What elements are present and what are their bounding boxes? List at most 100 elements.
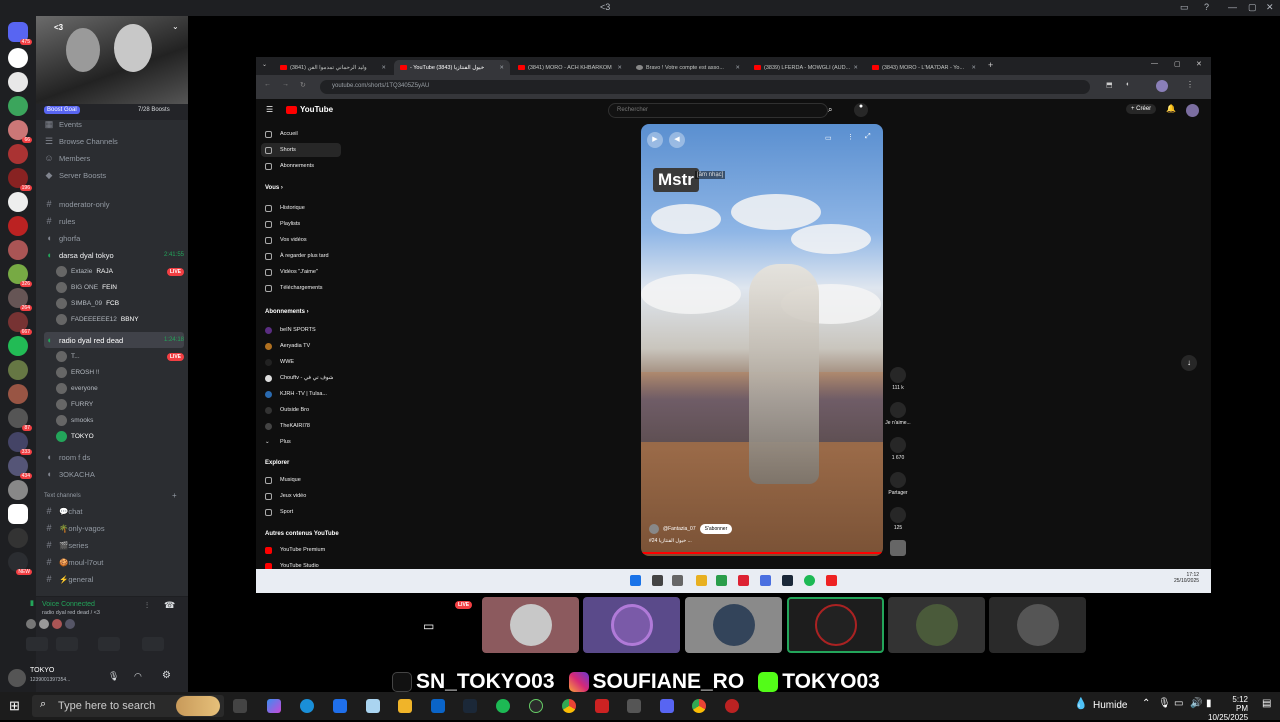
help-icon[interactable]: ?	[1204, 2, 1209, 12]
nav-subscriptions[interactable]: Abonnements	[261, 159, 341, 173]
subscription-channel[interactable]: Outside Bro	[261, 403, 341, 417]
tab-search-icon[interactable]: ⌄	[262, 61, 267, 68]
extensions-icon[interactable]: ⬒	[1106, 81, 1113, 89]
nav-show-more[interactable]: ⌄ Plus	[261, 435, 341, 449]
server-icon[interactable]: 264	[8, 288, 32, 311]
nav-music[interactable]: Musique	[261, 473, 341, 487]
captions-icon[interactable]: ▭	[825, 134, 832, 142]
voice-user[interactable]: T... LIVE	[56, 349, 184, 364]
server-icon[interactable]	[8, 144, 28, 164]
add-channel-icon[interactable]: +	[172, 491, 177, 500]
text-channel[interactable]: # rules	[44, 213, 184, 229]
share-button[interactable]: Partager	[884, 472, 912, 496]
channel-handle[interactable]: @Fantazia_07	[663, 526, 696, 532]
calculator-icon[interactable]	[627, 699, 641, 713]
text-channel[interactable]: # moderator-only	[44, 196, 184, 212]
microphone-icon[interactable]: ●	[854, 103, 868, 117]
screen-share-button[interactable]	[56, 637, 78, 651]
close-tab-icon[interactable]: ✕	[617, 65, 622, 71]
fullscreen-icon[interactable]: ⤢	[865, 133, 871, 141]
settings-gear-icon[interactable]: ⚙	[162, 670, 171, 681]
chrome-icon[interactable]	[692, 699, 706, 713]
app-icon[interactable]	[738, 575, 749, 586]
server-icon[interactable]	[8, 504, 28, 524]
weather-icon[interactable]: 💧	[1074, 697, 1088, 710]
server-icon[interactable]: 326	[8, 264, 32, 287]
subscribe-button[interactable]: S'abonner	[699, 524, 733, 534]
notifications-icon[interactable]: ▤	[1262, 698, 1271, 709]
like-button[interactable]: 111 k	[884, 367, 912, 391]
back-icon[interactable]: ←	[264, 81, 271, 88]
voice-user[interactable]: EROSH !!	[56, 365, 184, 380]
clock[interactable]: 5:12 PM 10/25/2025	[1208, 695, 1248, 722]
server-icon[interactable]	[8, 72, 28, 92]
app-icon[interactable]	[366, 699, 380, 713]
search-icon[interactable]	[652, 575, 663, 586]
steam-icon[interactable]	[463, 699, 477, 713]
text-channel[interactable]: # 🌴only-vagos	[44, 520, 184, 536]
task-view-icon[interactable]	[672, 575, 683, 586]
category-header[interactable]: Text channels	[44, 493, 81, 499]
voice-user[interactable]: SIMBA_09 FCB	[56, 296, 184, 311]
profile-avatar[interactable]	[1156, 80, 1168, 92]
voice-user-self[interactable]: TOKYO	[56, 429, 184, 444]
you-section-header[interactable]: Vous ›	[265, 185, 283, 191]
nav-playlists[interactable]: Playlists	[261, 217, 341, 231]
maximize-button[interactable]: ▢	[1174, 60, 1181, 68]
browser-tab[interactable]: (3841) MORO - ACH KHBARKOM ✕	[512, 60, 628, 75]
avatar[interactable]	[8, 669, 26, 687]
headphones-icon[interactable]: ◠	[134, 671, 142, 682]
stream-tile-screen[interactable]: ▭ LIVE	[381, 597, 478, 653]
outlook-icon[interactable]	[431, 699, 445, 713]
nav-sports[interactable]: Sport	[261, 505, 341, 519]
text-channel[interactable]: # 💬chat	[44, 503, 184, 519]
nav-watch-later[interactable]: À regarder plus tard	[261, 249, 341, 263]
browser-tab[interactable]: (3843) MORO - L'MA7DAR - Yo... ✕	[866, 60, 982, 75]
maximize-button[interactable]: ▢	[1248, 2, 1257, 13]
voice-user[interactable]: FURRY	[56, 397, 184, 412]
voice-user[interactable]: everyone	[56, 381, 184, 396]
nav-history[interactable]: Historique	[261, 201, 341, 215]
chrome-icon[interactable]	[562, 699, 576, 713]
server-icon[interactable]	[8, 192, 28, 212]
participant-tile[interactable]	[989, 597, 1086, 653]
edge-icon[interactable]	[300, 699, 314, 713]
channel-avatar[interactable]	[649, 524, 659, 534]
new-tab-button[interactable]: +	[988, 60, 993, 70]
nav-liked-videos[interactable]: Vidéos "J'aime"	[261, 265, 341, 279]
browser-tab[interactable]: Bravo ! Votre compte est asso... ✕	[630, 60, 746, 75]
microphone-icon[interactable]: 🎙	[108, 671, 119, 682]
youtube-logo[interactable]: YouTube	[286, 105, 333, 114]
add-server-icon[interactable]: NEW	[8, 552, 32, 575]
comments-button[interactable]: 1 670	[884, 437, 912, 461]
app-icon[interactable]	[725, 699, 739, 713]
volume-icon[interactable]: ◀	[669, 132, 685, 148]
close-tab-icon[interactable]: ✕	[381, 65, 386, 71]
browser-tab[interactable]: (3839) LFERDA - MOWGLI (AUD... ✕	[748, 60, 864, 75]
spotify-icon[interactable]	[496, 699, 510, 713]
subscription-channel[interactable]: Aeryadia TV	[261, 339, 341, 353]
server-icon[interactable]	[8, 336, 28, 356]
notifications-bell-icon[interactable]: 🔔	[1166, 104, 1176, 113]
voice-channel-active[interactable]: ◖ radio dyal red dead 1:24:18	[44, 332, 184, 348]
chevron-down-icon[interactable]: ⌄	[172, 22, 179, 31]
close-tab-icon[interactable]: ✕	[735, 65, 740, 71]
subscription-channel[interactable]: KJRH -TV | Tulsa...	[261, 387, 341, 401]
minimize-button[interactable]: —	[1151, 60, 1158, 67]
voice-channel[interactable]: ◖ room f ds	[44, 449, 184, 465]
nav-home[interactable]: Accueil	[261, 127, 341, 141]
disconnect-icon[interactable]: ☎	[164, 600, 175, 611]
subscription-channel[interactable]: beIN SPORTS	[261, 323, 341, 337]
server-icon[interactable]: 667	[8, 312, 32, 335]
hamburger-menu-icon[interactable]: ☰	[266, 105, 273, 114]
chrome-icon[interactable]	[716, 575, 727, 586]
url-field[interactable]: youtube.com/shorts/1TQ3405Z5yAU	[320, 80, 1090, 94]
noise-suppression-icon[interactable]: ⫶	[146, 601, 148, 611]
more-options-icon[interactable]: ⋮	[847, 133, 854, 141]
server-banner[interactable]: <3 ⌄	[36, 16, 188, 104]
activities-button[interactable]	[98, 637, 120, 651]
remix-button[interactable]: 125	[884, 507, 912, 531]
voice-channel[interactable]: ◖ 3OKACHA	[44, 466, 184, 482]
text-channel[interactable]: # ⚡general	[44, 571, 184, 587]
voice-user[interactable]: smooks	[56, 413, 184, 428]
